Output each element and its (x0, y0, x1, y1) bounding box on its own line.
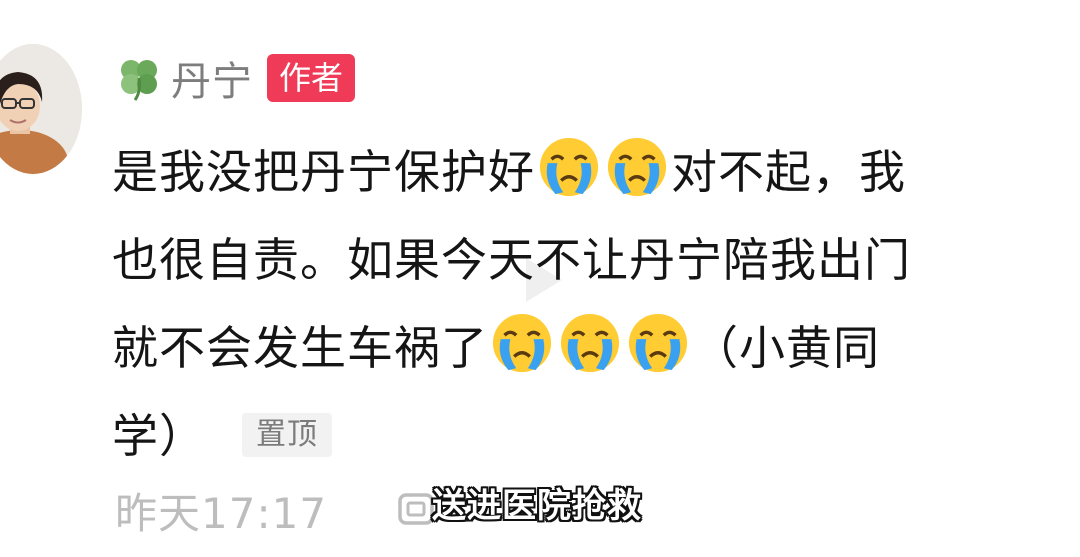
clover-icon (121, 60, 157, 101)
author-badge: 作者 (267, 54, 356, 102)
crying-face-icon (539, 137, 599, 197)
comment-text-segment: 学） (112, 409, 206, 463)
play-icon (526, 258, 562, 302)
comment-header: 丹宁 作者 (115, 49, 356, 107)
comment-text[interactable]: 是我没把丹宁保护好 对不起，我 也很自责。如果今天不让丹宁陪我出门 就不会发生车… (112, 128, 1032, 480)
author-name[interactable]: 丹宁 (171, 49, 253, 107)
comment-text-segment: （小黄同 (692, 321, 880, 375)
reply-icon[interactable] (397, 492, 435, 530)
crying-face-icon (560, 313, 620, 373)
comment-text-segment: 是我没把丹宁保护好 (112, 145, 535, 199)
avatar[interactable] (0, 44, 82, 174)
comment-text-segment: 就不会发生车祸了 (112, 321, 488, 375)
crying-face-icon (607, 137, 667, 197)
comment-meta: 昨天17:17 (115, 480, 435, 541)
user-avatar-image (0, 44, 82, 174)
crying-face-icon (492, 313, 552, 373)
comment-time: 昨天17:17 (115, 489, 328, 538)
video-subtitle: 送进医院抢救 (432, 486, 642, 526)
comment-text-segment: 对不起，我 (671, 145, 906, 199)
crying-face-icon (628, 313, 688, 373)
pinned-tag: 置顶 (242, 413, 332, 457)
